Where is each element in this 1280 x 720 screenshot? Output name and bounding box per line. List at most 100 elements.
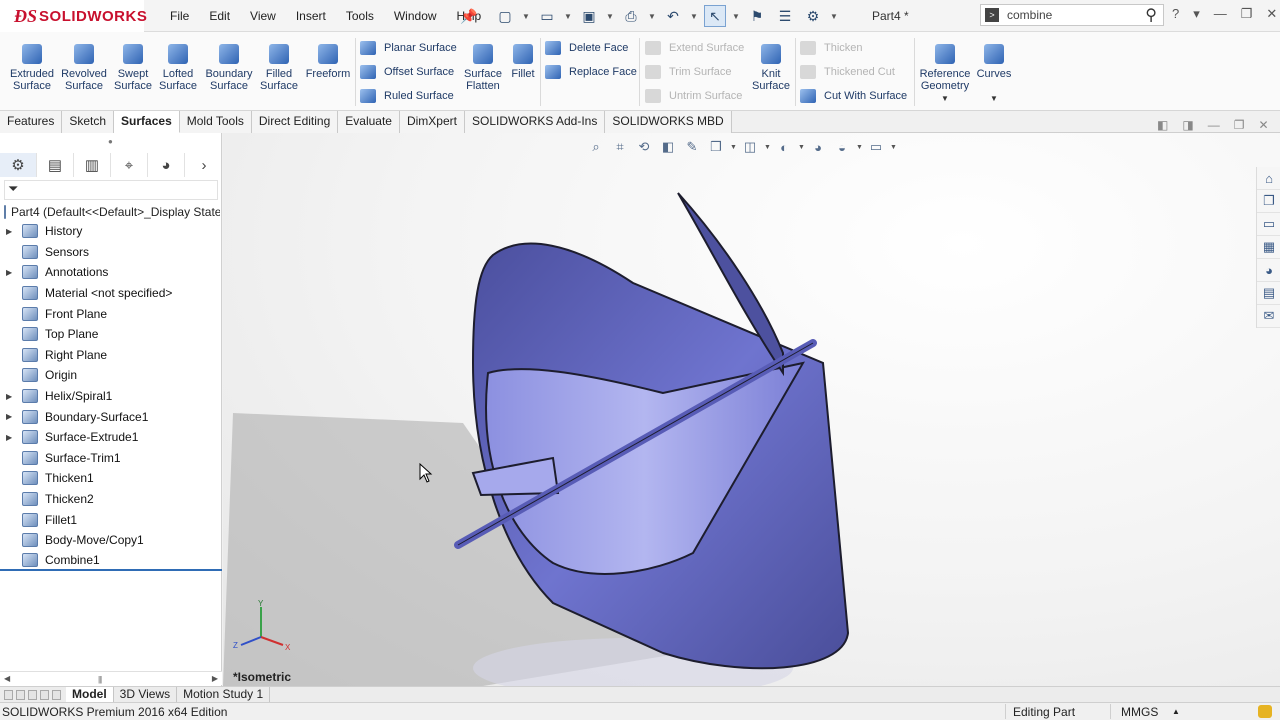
tab-evaluate[interactable]: Evaluate (338, 111, 400, 133)
file-properties-icon[interactable]: ☰ (774, 5, 796, 27)
tree-horizontal-scrollbar[interactable]: ◀ ||| ▶ (0, 671, 222, 685)
delete-face-button[interactable]: Delete Face (545, 39, 628, 57)
graphics-area[interactable]: ⌕ ⌗ ⟲ ◧ ✎ ❒ ▼ ◫ ▼ ◐ ▼ ◕ ◒ ▼ ▭ ▼ ⌂ ❐ ▭ ▦ … (223, 133, 1280, 686)
tree-item[interactable]: Right Plane (0, 345, 222, 366)
swept-surface-button[interactable]: Swept Surface (112, 44, 154, 92)
tree-item[interactable]: Top Plane (0, 324, 222, 345)
options-dropdown-icon[interactable]: ▼ (830, 5, 838, 27)
tree-item[interactable]: Body-Move/Copy1 (0, 530, 222, 551)
new-document-icon[interactable]: ▢ (494, 5, 516, 27)
tab-motion-study-1[interactable]: Motion Study 1 (177, 687, 271, 702)
untrim-surface-button[interactable]: Untrim Surface (645, 87, 742, 105)
view-palette-icon[interactable]: ▦ (1257, 236, 1280, 259)
tile-left-icon[interactable]: ◧ (1157, 118, 1168, 132)
design-library-icon[interactable]: ❐ (1257, 190, 1280, 213)
cut-with-surface-button[interactable]: Cut With Surface (800, 87, 907, 105)
save-icon[interactable]: ▣ (578, 5, 600, 27)
tab-dimxpert[interactable]: DimXpert (399, 111, 465, 133)
tree-item[interactable]: ▶ History (0, 221, 222, 242)
undo-icon[interactable]: ↶ (662, 5, 684, 27)
select-dropdown-icon[interactable]: ▼ (732, 5, 740, 27)
tab-3d-views[interactable]: 3D Views (114, 687, 178, 702)
tree-item[interactable]: Origin (0, 365, 222, 386)
expand-arrow-icon[interactable]: ▶ (6, 433, 16, 442)
open-dropdown-icon[interactable]: ▼ (564, 5, 572, 27)
expand-arrow-icon[interactable]: ▶ (6, 268, 16, 277)
curves-dropdown-icon[interactable]: ▼ (990, 94, 998, 103)
replace-face-button[interactable]: Replace Face (545, 63, 637, 81)
dimxpert-manager-tab-icon[interactable]: ⌖ (111, 153, 148, 177)
menu-insert[interactable]: Insert (286, 9, 336, 23)
doc-restore-icon[interactable]: ❐ (1234, 118, 1245, 132)
print-icon[interactable]: ⎙ (620, 5, 642, 27)
extruded-surface-button[interactable]: Extruded Surface (8, 44, 56, 92)
tree-item[interactable]: Surface-Trim1 (0, 448, 222, 469)
options-gear-icon[interactable]: ⚙ (802, 5, 824, 27)
search-input[interactable] (1007, 8, 1117, 22)
tree-item[interactable]: ▶ Boundary-Surface1 (0, 406, 222, 427)
pane-grip-icon[interactable]: ● (108, 137, 113, 146)
doc-minimize-icon[interactable]: — (1208, 118, 1220, 132)
new-dropdown-icon[interactable]: ▼ (522, 5, 530, 27)
doc-close-icon[interactable]: ✕ (1258, 118, 1268, 132)
pin-menu-icon[interactable]: 📌 (460, 8, 477, 25)
tab-sketch[interactable]: Sketch (62, 111, 115, 133)
property-manager-tab-icon[interactable]: ▤ (37, 153, 74, 177)
thickened-cut-button[interactable]: Thickened Cut (800, 63, 895, 81)
minimize-icon[interactable]: — (1214, 6, 1227, 22)
3d-model-viewport[interactable] (223, 133, 1280, 686)
tab-mold-tools[interactable]: Mold Tools (179, 111, 252, 133)
print-dropdown-icon[interactable]: ▼ (648, 5, 656, 27)
scroll-right-icon[interactable]: ▶ (212, 674, 218, 683)
offset-surface-button[interactable]: Offset Surface (360, 63, 454, 81)
tree-item[interactable]: Thicken2 (0, 489, 222, 510)
display-manager-tab-icon[interactable]: ◕ (148, 153, 185, 177)
configuration-manager-tab-icon[interactable]: ▥ (74, 153, 111, 177)
tree-item[interactable]: Front Plane (0, 303, 222, 324)
rebuild-status-icon[interactable] (1258, 705, 1272, 718)
appearances-icon[interactable]: ◕ (1257, 259, 1280, 282)
restore-icon[interactable]: ❐ (1241, 6, 1253, 22)
expand-tabs-icon[interactable]: › (186, 153, 222, 177)
next-tab-icon[interactable] (28, 689, 37, 700)
help-icon[interactable]: ? (1172, 6, 1179, 22)
surface-flatten-button[interactable]: Surface Flatten (462, 44, 504, 92)
lofted-surface-button[interactable]: Lofted Surface (158, 44, 198, 92)
filled-surface-button[interactable]: Filled Surface (259, 44, 299, 92)
reference-geometry-dropdown-icon[interactable]: ▼ (941, 94, 949, 103)
extend-surface-button[interactable]: Extend Surface (645, 39, 744, 57)
unit-system-label[interactable]: MMGS (1121, 705, 1158, 719)
prev-tab-icon[interactable] (16, 689, 25, 700)
expand-arrow-icon[interactable]: ▶ (6, 227, 16, 236)
solidworks-forum-icon[interactable]: ✉ (1257, 305, 1280, 328)
curves-button[interactable]: Curves (976, 44, 1012, 80)
custom-properties-icon[interactable]: ▤ (1257, 282, 1280, 305)
select-arrow-icon[interactable]: ↖ (704, 5, 726, 27)
solidworks-logo[interactable]: ƉS SOLIDWORKS (0, 0, 147, 32)
menu-window[interactable]: Window (384, 9, 447, 23)
scroll-thumb[interactable]: ||| (98, 675, 102, 684)
tab-solidworks-mbd[interactable]: SOLIDWORKS MBD (605, 111, 732, 133)
feature-manager-tab-icon[interactable]: ⚙ (0, 153, 37, 177)
fillet-button[interactable]: Fillet (508, 44, 538, 80)
menu-file[interactable]: File (160, 9, 199, 23)
tree-item[interactable]: Combine1 (0, 551, 222, 572)
solidworks-resources-icon[interactable]: ⌂ (1257, 167, 1280, 190)
tree-filter[interactable]: ⏷ (4, 180, 218, 200)
tab-surfaces[interactable]: Surfaces (114, 111, 180, 133)
tree-item[interactable]: ▶ Surface-Extrude1 (0, 427, 222, 448)
menu-view[interactable]: View (240, 9, 286, 23)
tile-right-icon[interactable]: ◨ (1182, 118, 1193, 132)
tree-item[interactable]: ▶ Annotations (0, 262, 222, 283)
tab-direct-editing[interactable]: Direct Editing (251, 111, 339, 133)
close-icon[interactable]: ✕ (1266, 6, 1277, 22)
menu-edit[interactable]: Edit (199, 9, 240, 23)
ruled-surface-button[interactable]: Ruled Surface (360, 87, 454, 105)
revolved-surface-button[interactable]: Revolved Surface (60, 44, 108, 92)
search-commands-box[interactable]: > ⚲ (980, 4, 1164, 26)
menu-tools[interactable]: Tools (336, 9, 384, 23)
tab-list-icon[interactable] (52, 689, 61, 700)
help-dropdown-icon[interactable]: ▾ (1193, 6, 1200, 22)
thicken-button[interactable]: Thicken (800, 39, 863, 57)
tree-item[interactable]: Fillet1 (0, 509, 222, 530)
